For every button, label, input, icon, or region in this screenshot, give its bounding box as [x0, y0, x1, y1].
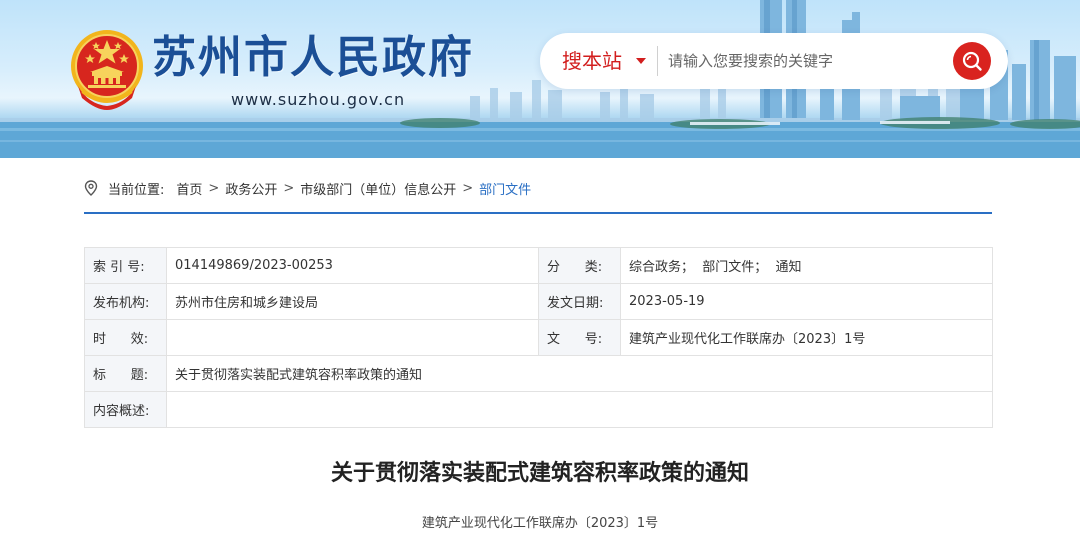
- index-no-label: 索 引 号:: [84, 247, 167, 284]
- search-scope-dropdown[interactable]: 搜本站: [562, 33, 646, 89]
- article-doc-number: 建筑产业现代化工作联席办〔2023〕1号: [421, 516, 659, 531]
- validity-label: 时 效:: [84, 319, 167, 356]
- header-banner: 苏州市人民政府 www.suzhou.gov.cn 搜本站: [0, 0, 1080, 158]
- article-title: 关于贯彻落实装配式建筑容积率政策的通知: [330, 461, 749, 486]
- info-row: 标 题: 关于贯彻落实装配式建筑容积率政策的通知: [84, 355, 993, 392]
- breadcrumb-gov-affairs[interactable]: 政务公开: [225, 179, 277, 198]
- info-row: 时 效: 文 号: 建筑产业现代化工作联席办〔2023〕1号: [84, 319, 993, 356]
- summary-label: 内容概述:: [84, 391, 167, 428]
- doc-no-value: 建筑产业现代化工作联席办〔2023〕1号: [620, 319, 993, 356]
- breadcrumb-dept-documents[interactable]: 部门文件: [479, 179, 531, 198]
- breadcrumb-home[interactable]: 首页: [176, 179, 202, 198]
- national-emblem-icon: [71, 30, 143, 110]
- breadcrumb-label: 当前位置:: [108, 182, 165, 198]
- issue-date-value: 2023-05-19: [620, 283, 993, 320]
- subject-label: 标 题:: [84, 355, 167, 392]
- site-url: www.suzhou.gov.cn: [231, 90, 406, 109]
- category-label: 分 类:: [538, 247, 621, 284]
- breadcrumb-divider: [84, 212, 992, 214]
- publisher-value: 苏州市住房和城乡建设局: [166, 283, 539, 320]
- info-row: 发布机构: 苏州市住房和城乡建设局 发文日期: 2023-05-19: [84, 283, 993, 320]
- breadcrumb: 当前位置: 首页 > 政务公开 > 市级部门（单位）信息公开 > 部门文件: [84, 178, 531, 198]
- search-divider: [657, 46, 658, 76]
- subject-value: 关于贯彻落实装配式建筑容积率政策的通知: [166, 355, 993, 392]
- breadcrumb-separator: >: [208, 180, 220, 196]
- summary-value: [166, 391, 993, 428]
- info-row: 索 引 号: 014149869/2023-00253 分 类: 综合政务； 部…: [84, 247, 993, 284]
- caret-down-icon: [636, 58, 646, 64]
- search-box: 搜本站: [540, 33, 1008, 89]
- publisher-label: 发布机构:: [84, 283, 167, 320]
- document-info-table: 索 引 号: 014149869/2023-00253 分 类: 综合政务； 部…: [84, 247, 993, 428]
- breadcrumb-separator: >: [462, 180, 474, 196]
- location-pin-icon: [84, 180, 98, 196]
- breadcrumb-dept-disclosure[interactable]: 市级部门（单位）信息公开: [300, 179, 456, 198]
- search-input[interactable]: [668, 45, 938, 77]
- issue-date-label: 发文日期:: [538, 283, 621, 320]
- breadcrumb-separator: >: [283, 180, 295, 196]
- search-scope-label: 搜本站: [562, 49, 622, 73]
- index-no-value: 014149869/2023-00253: [166, 247, 539, 284]
- validity-value: [166, 319, 539, 356]
- site-title: 苏州市人民政府: [152, 32, 474, 83]
- search-button[interactable]: [953, 42, 991, 80]
- doc-no-label: 文 号:: [538, 319, 621, 356]
- search-icon: [962, 51, 982, 71]
- category-value: 综合政务； 部门文件； 通知: [620, 247, 993, 284]
- info-row: 内容概述:: [84, 391, 993, 428]
